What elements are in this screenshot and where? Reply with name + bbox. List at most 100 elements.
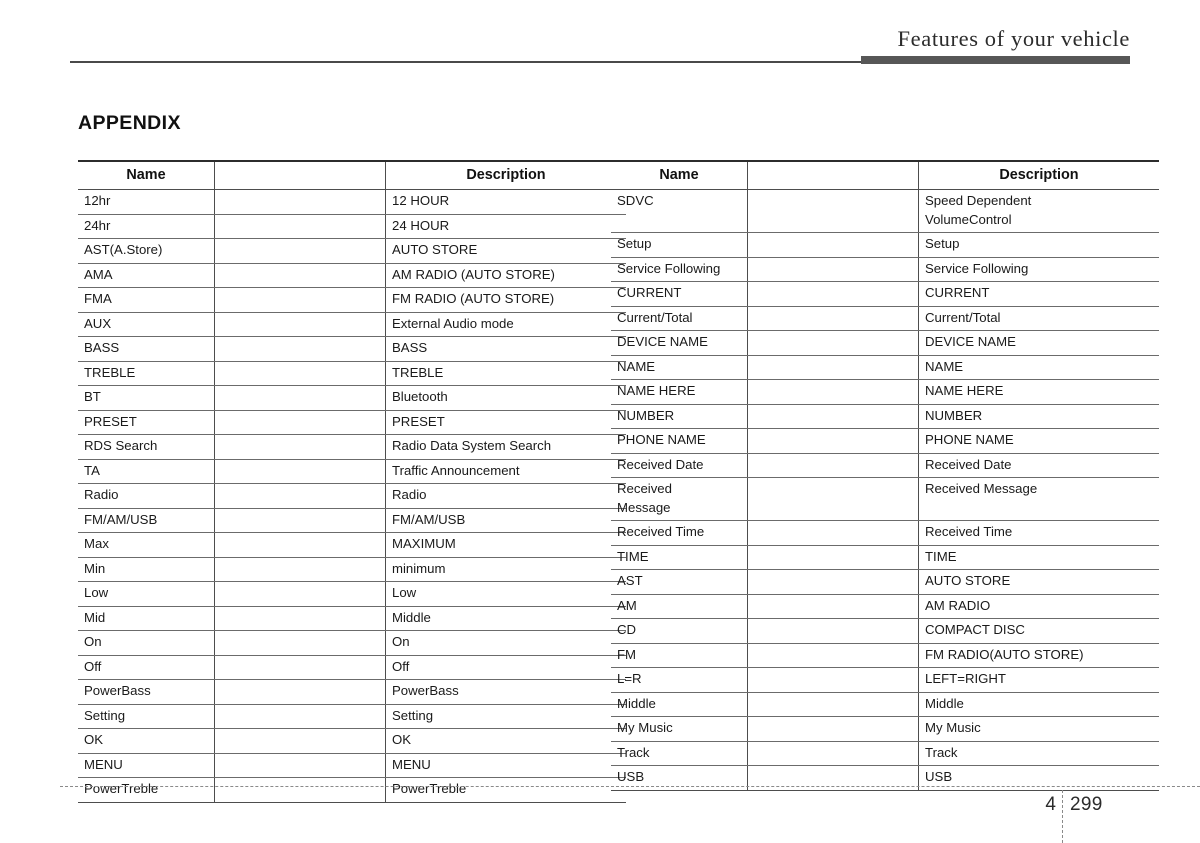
cell-name: NAME HERE: [611, 379, 748, 405]
cell-middle: [747, 692, 919, 717]
cell-name: Middle: [611, 692, 748, 717]
table-row: Middle Middle: [611, 692, 1159, 717]
cell-description: Middle: [385, 606, 626, 631]
cell-description: MENU: [385, 753, 626, 778]
cell-description: External Audio mode: [385, 312, 626, 337]
cell-name: FM/AM/USB: [78, 508, 215, 533]
cell-name: Max: [78, 532, 215, 558]
cell-name: BT: [78, 385, 215, 411]
cell-middle: [747, 545, 919, 570]
cell-middle: [214, 312, 386, 337]
cell-middle: [747, 618, 919, 644]
table-row: Current/Total Current/Total: [611, 306, 1159, 331]
cell-middle: [214, 606, 386, 631]
cell-name: FMA: [78, 287, 215, 313]
cell-description: LEFT=RIGHT: [918, 667, 1159, 693]
table-row: RDS Search Radio Data System Search: [78, 434, 626, 460]
cell-middle: [214, 557, 386, 582]
table-row: TA Traffic Announcement: [78, 459, 626, 484]
cell-description: AM RADIO (AUTO STORE): [385, 263, 626, 288]
table-row: OK OK: [78, 728, 626, 754]
table-row: Track Track: [611, 741, 1159, 766]
cell-name: PHONE NAME: [611, 428, 748, 454]
cell-name: OK: [78, 728, 215, 754]
cell-name: RDS Search: [78, 434, 215, 460]
cell-middle: [747, 232, 919, 258]
table-row: AST AUTO STORE: [611, 569, 1159, 595]
table-row: PRESET PRESET: [78, 410, 626, 435]
cell-name: TREBLE: [78, 361, 215, 386]
cell-description: COMPACT DISC: [918, 618, 1159, 644]
cell-description: TREBLE: [385, 361, 626, 386]
cell-middle: [214, 483, 386, 509]
cell-middle: [747, 257, 919, 282]
column-header-name: Name: [78, 160, 215, 190]
column-header-name: Name: [611, 160, 748, 190]
cell-description: Current/Total: [918, 306, 1159, 331]
table-row: Service Following Service Following: [611, 257, 1159, 282]
table-row: L=R LEFT=RIGHT: [611, 667, 1159, 693]
cell-name: Track: [611, 741, 748, 766]
cell-name: BASS: [78, 336, 215, 362]
table-body-right: SDVC Speed Dependent VolumeControl Setup Se…: [611, 189, 1159, 791]
table-row: CURRENT CURRENT: [611, 281, 1159, 307]
cell-middle: [747, 667, 919, 693]
cell-name: L=R: [611, 667, 748, 693]
cell-middle: [747, 404, 919, 429]
cell-name: PowerBass: [78, 679, 215, 705]
cell-description: DEVICE NAME: [918, 330, 1159, 356]
table-row: TREBLE TREBLE: [78, 361, 626, 386]
cell-name: Off: [78, 655, 215, 680]
table-header-row: Name Description: [611, 160, 1159, 190]
cell-description: PRESET: [385, 410, 626, 435]
table-row: Received Time Received Time: [611, 520, 1159, 546]
cell-middle: [214, 655, 386, 680]
cell-description: 24 HOUR: [385, 214, 626, 239]
cell-description: Radio Data System Search: [385, 434, 626, 460]
cell-name: MENU: [78, 753, 215, 778]
table-row: PowerBass PowerBass: [78, 679, 626, 705]
cell-name: Current/Total: [611, 306, 748, 331]
cell-description: MAXIMUM: [385, 532, 626, 558]
cell-description: 12 HOUR: [385, 189, 626, 215]
cell-middle: [214, 434, 386, 460]
table-row: NAME NAME: [611, 355, 1159, 380]
cell-name: My Music: [611, 716, 748, 742]
cell-description: AUTO STORE: [385, 238, 626, 264]
cell-middle: [747, 453, 919, 478]
cell-description: NAME HERE: [918, 379, 1159, 405]
page-number: 299: [1070, 794, 1103, 815]
cell-middle: [214, 410, 386, 435]
cell-name: PRESET: [78, 410, 215, 435]
table-row: Min minimum: [78, 557, 626, 582]
cell-description: Received Time: [918, 520, 1159, 546]
cell-name: Low: [78, 581, 215, 607]
cell-description: Received Message: [918, 477, 1159, 521]
table-row: BASS BASS: [78, 336, 626, 362]
cell-name: Setting: [78, 704, 215, 729]
cell-description: AM RADIO: [918, 594, 1159, 619]
table-row: Off Off: [78, 655, 626, 680]
table-row: AM AM RADIO: [611, 594, 1159, 619]
cell-middle: [214, 361, 386, 386]
cell-middle: [214, 263, 386, 288]
cell-name: TA: [78, 459, 215, 484]
cell-name: AST: [611, 569, 748, 595]
cell-middle: [747, 520, 919, 546]
table-header-left: Name Description: [78, 160, 626, 190]
cell-description: BASS: [385, 336, 626, 362]
cell-name: Radio: [78, 483, 215, 509]
cell-middle: [214, 336, 386, 362]
cell-middle: [214, 581, 386, 607]
table-row: AST(A.Store) AUTO STORE: [78, 238, 626, 264]
cell-name: TIME: [611, 545, 748, 570]
cell-middle: [214, 753, 386, 778]
footer-page-block: 4 299: [1018, 790, 1138, 843]
table-row: CD COMPACT DISC: [611, 618, 1159, 644]
cell-middle: [747, 477, 919, 521]
cell-description: Track: [918, 741, 1159, 766]
table-row: BT Bluetooth: [78, 385, 626, 411]
table-row: 12hr 12 HOUR: [78, 189, 626, 215]
cell-middle: [214, 630, 386, 656]
cell-middle: [747, 330, 919, 356]
